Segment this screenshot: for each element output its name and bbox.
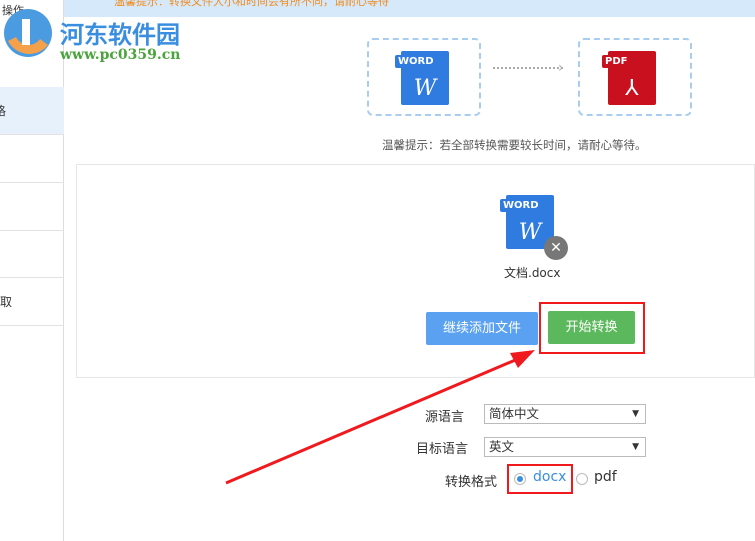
format-label: 转换格式 [445,475,498,490]
radio-docx[interactable] [514,473,526,485]
annotation-arrow [225,350,535,485]
radio-docx-label[interactable]: docx [533,469,566,485]
source-lang-select[interactable]: 简体中文 ▼ [484,404,646,424]
source-lang-value: 简体中文 [489,406,540,421]
radio-pdf[interactable] [576,473,588,485]
dropdown-arrow-icon: ▼ [632,442,639,452]
source-lang-label: 源语言 [425,410,465,425]
target-lang-select[interactable]: 英文 ▼ [484,437,646,457]
radio-pdf-label[interactable]: pdf [594,469,617,485]
target-lang-label: 目标语言 [416,442,469,457]
dropdown-arrow-icon: ▼ [632,409,639,419]
target-lang-value: 英文 [489,439,515,454]
